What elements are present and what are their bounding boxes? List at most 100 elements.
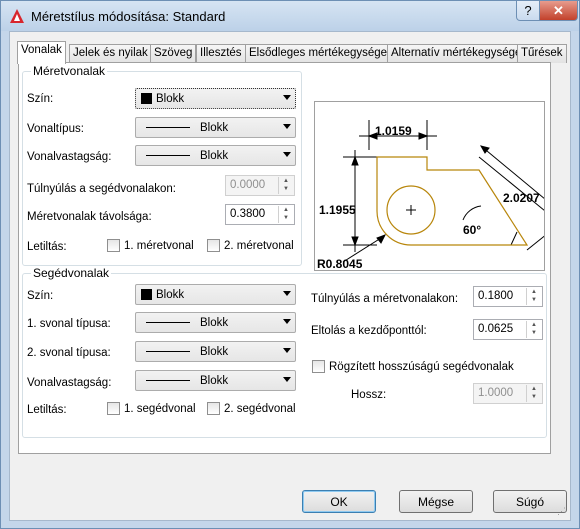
ext-suppress-label: Letiltás: — [27, 404, 67, 416]
ext-suppress-2-checkbox[interactable]: 2. segédvonal — [207, 402, 296, 415]
help-button[interactable]: Súgó — [493, 490, 567, 513]
cancel-button[interactable]: Mégse — [399, 490, 473, 513]
chevron-down-icon — [283, 348, 291, 353]
title-bar[interactable]: Méretstílus módosítása: Standard ? ✕ — [1, 1, 579, 31]
help-title-button[interactable]: ? — [516, 1, 540, 21]
line-sample — [146, 351, 190, 352]
chevron-down-icon — [283, 291, 291, 296]
ext-suppress-2-label: 2. segédvonal — [224, 402, 296, 415]
ok-button[interactable]: OK — [302, 490, 376, 513]
dim-color-select[interactable]: Blokk — [135, 88, 296, 109]
dim-suppress-1-checkbox[interactable]: 1. méretvonal — [107, 239, 194, 252]
chevron-down-icon — [283, 377, 291, 382]
dim-linetype-value: Blokk — [200, 121, 229, 134]
ext-linetype1-value: Blokk — [200, 316, 229, 329]
fixed-length-label: Rögzített hosszúságú segédvonalak — [329, 360, 514, 373]
checkbox-box — [107, 239, 120, 252]
ext-lineweight-label: Vonalvastagság: — [27, 377, 112, 389]
ext-lineweight-value: Blokk — [200, 374, 229, 387]
dim-baseline-value: 0.3800 — [230, 208, 266, 220]
dimension-lines-title: Méretvonalak — [31, 64, 108, 78]
preview-dim-top: 1.0159 — [375, 124, 412, 138]
dim-suppress-label: Letiltás: — [27, 241, 67, 253]
dim-lineweight-label: Vonalvastagság: — [27, 151, 112, 163]
close-button[interactable]: ✕ — [539, 1, 578, 21]
tab-page-vonalak: Méretvonalak Szín: Blokk Vonaltípus: Blo… — [18, 62, 568, 454]
ext-linetype2-value: Blokk — [200, 345, 229, 358]
ext-linetype2-select[interactable]: Blokk — [135, 341, 296, 362]
dim-suppress-2-checkbox[interactable]: 2. méretvonal — [207, 239, 294, 252]
dim-linetype-label: Vonaltípus: — [27, 123, 84, 135]
chevron-down-icon — [283, 152, 291, 157]
extension-lines-group: Segédvonalak Szín: Blokk 1. svonal típus… — [22, 266, 547, 438]
tab-alternativ[interactable]: Alternatív mértékegységek — [387, 44, 532, 63]
line-sample — [146, 127, 190, 128]
line-sample — [146, 155, 190, 156]
color-swatch — [141, 289, 152, 300]
dim-color-value: Blokk — [156, 92, 185, 105]
length-value: 1.0000 — [478, 387, 514, 399]
preview-dim-right: 2.0207 — [503, 191, 540, 205]
autocad-logo-icon — [10, 9, 24, 23]
chevron-down-icon — [283, 124, 291, 129]
spinner-buttons[interactable]: ▲ ▼ — [278, 177, 293, 194]
extension-lines-title: Segédvonalak — [31, 266, 112, 280]
ext-color-label: Szín: — [27, 290, 54, 302]
dim-lineweight-select[interactable]: Blokk — [135, 145, 296, 166]
spinner-buttons[interactable]: ▲ ▼ — [278, 206, 293, 223]
dim-color-label: Szín: — [27, 93, 54, 105]
ext-offset-label: Eltolás a kezdőponttól: — [311, 325, 427, 337]
length-label: Hossz: — [351, 389, 387, 401]
dim-extend-value: 0.0000 — [230, 179, 266, 191]
ext-color-value: Blokk — [156, 288, 185, 301]
dim-baseline-input[interactable]: 0.3800 ▲ ▼ — [225, 204, 295, 225]
spinner-buttons[interactable]: ▲ ▼ — [526, 288, 541, 305]
tab-turesek[interactable]: Tűrések — [517, 44, 567, 63]
ext-suppress-1-label: 1. segédvonal — [124, 402, 196, 415]
dim-lineweight-value: Blokk — [200, 149, 229, 162]
chevron-down-icon — [283, 95, 291, 100]
dialog-client: Vonalak Jelek és nyilak Szöveg Illesztés… — [9, 31, 571, 521]
color-swatch — [141, 93, 152, 104]
spinner-buttons[interactable]: ▲ ▼ — [526, 321, 541, 338]
ext-linetype1-label: 1. svonal típusa: — [27, 318, 111, 330]
ext-extend-value: 0.1800 — [478, 290, 514, 302]
preview-drawing: 1.0159 1.1955 2.0207 60° R0.8045 — [317, 120, 568, 271]
checkbox-box — [312, 360, 325, 373]
dialog-window: Méretstílus módosítása: Standard ? ✕ Von… — [0, 0, 580, 529]
dimension-lines-group: Méretvonalak Szín: Blokk Vonaltípus: Blo… — [22, 64, 302, 266]
checkbox-box — [207, 239, 220, 252]
ext-linetype2-label: 2. svonal típusa: — [27, 347, 111, 359]
ext-offset-input[interactable]: 0.0625 ▲ ▼ — [473, 319, 543, 340]
dim-baseline-label: Méretvonalak távolsága: — [27, 211, 152, 223]
fixed-length-checkbox[interactable]: Rögzített hosszúságú segédvonalak — [312, 360, 514, 373]
ext-linetype1-select[interactable]: Blokk — [135, 312, 296, 333]
spinner-buttons[interactable]: ▲ ▼ — [526, 385, 541, 402]
tab-vonalak[interactable]: Vonalak — [17, 41, 66, 64]
preview-pane: 1.0159 1.1955 2.0207 60° R0.8045 — [314, 101, 568, 271]
ext-lineweight-select[interactable]: Blokk — [135, 370, 296, 391]
dim-extend-label: Túlnyúlás a segédvonalakon: — [27, 183, 176, 195]
chevron-down-icon — [283, 319, 291, 324]
tab-szoveg[interactable]: Szöveg — [150, 44, 197, 63]
dim-suppress-1-label: 1. méretvonal — [124, 239, 194, 252]
checkbox-box — [107, 402, 120, 415]
resize-grip-icon[interactable]: ⋰ — [557, 506, 566, 517]
preview-dim-left: 1.1955 — [319, 203, 356, 217]
tab-jelek-es-nyilak[interactable]: Jelek és nyilak — [69, 44, 152, 63]
dim-extend-input[interactable]: 0.0000 ▲ ▼ — [225, 175, 295, 196]
checkbox-box — [207, 402, 220, 415]
ext-extend-input[interactable]: 0.1800 ▲ ▼ — [473, 286, 543, 307]
window-title: Méretstílus módosítása: Standard — [31, 9, 226, 24]
line-sample — [146, 322, 190, 323]
preview-angle: 60° — [463, 223, 481, 237]
line-sample — [146, 380, 190, 381]
ext-suppress-1-checkbox[interactable]: 1. segédvonal — [107, 402, 196, 415]
tab-illesztes[interactable]: Illesztés — [196, 44, 246, 63]
tab-elsodleges[interactable]: Elsődleges mértékegységek — [245, 44, 397, 63]
length-input[interactable]: 1.0000 ▲ ▼ — [473, 383, 543, 404]
ext-color-select[interactable]: Blokk — [135, 284, 296, 305]
dim-linetype-select[interactable]: Blokk — [135, 117, 296, 138]
ext-extend-label: Túlnyúlás a méretvonalakon: — [311, 293, 459, 305]
ext-offset-value: 0.0625 — [478, 323, 514, 335]
